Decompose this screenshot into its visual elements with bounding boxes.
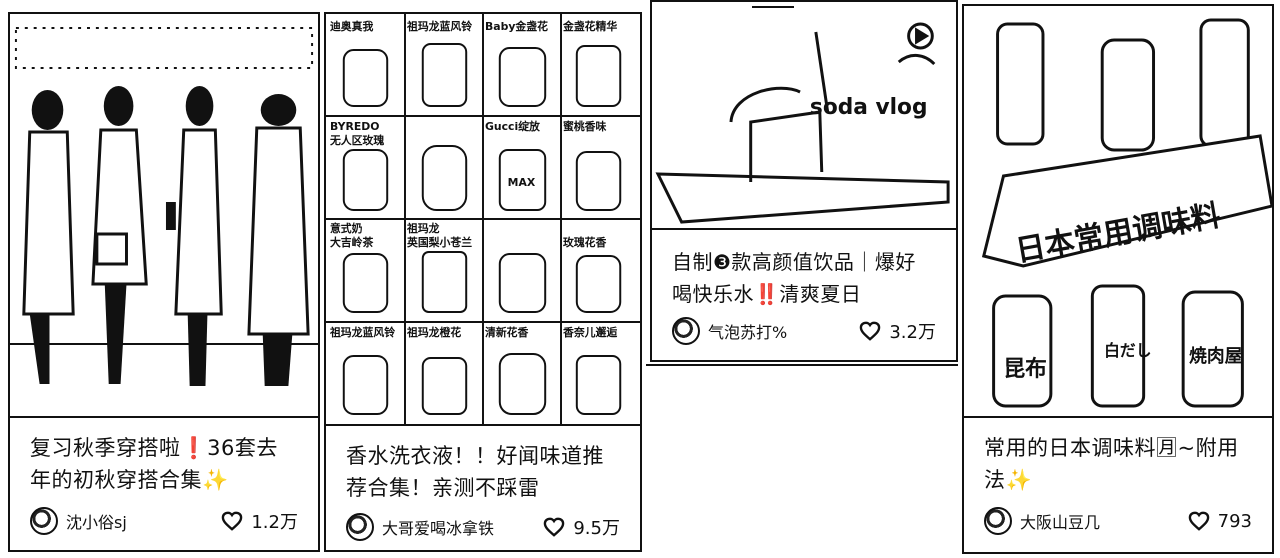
author-avatar[interactable] <box>346 513 374 541</box>
cover-label: 意式奶 <box>330 221 363 235</box>
heart-icon <box>860 321 881 341</box>
column-divider <box>752 6 794 8</box>
like-button[interactable]: 793 <box>1188 511 1252 532</box>
author-name[interactable]: 大哥爱喝冰拿铁 <box>382 515 543 539</box>
cover-label: Baby金盏花 <box>485 19 548 33</box>
note-card[interactable]: 迪奥真我 祖玛龙蓝风铃 Baby金盏花 金盏花精华 BYREDO 无人区玫瑰 G… <box>324 12 642 552</box>
like-button[interactable]: 3.2万 <box>859 318 936 344</box>
heart-icon <box>544 517 565 537</box>
cover-label: 无人区玫瑰 <box>329 133 384 147</box>
note-card[interactable]: 复习秋季穿搭啦❗36套去年的初秋穿搭合集✨ 沈小俗sj 1.2万 <box>8 12 320 552</box>
note-card[interactable]: 日本常用调味料 昆布 白だし 焼肉屋 常用的日本调味料🈷~附用法✨ 大阪山豆几 … <box>962 4 1274 554</box>
author-name[interactable]: 气泡苏打% <box>708 319 859 343</box>
cover-label: 蜜桃香味 <box>563 119 606 133</box>
like-button[interactable]: 9.5万 <box>543 514 620 540</box>
column-divider <box>646 364 958 366</box>
heart-icon <box>222 511 243 531</box>
drink-vlog-icon: soda vlog <box>652 2 956 228</box>
author-name[interactable]: 大阪山豆几 <box>1020 509 1188 533</box>
cover-label: 祖玛龙蓝风铃 <box>406 19 472 33</box>
detergent-grid-icon: 迪奥真我 祖玛龙蓝风铃 Baby金盏花 金盏花精华 BYREDO 无人区玫瑰 G… <box>326 14 640 424</box>
author-avatar[interactable] <box>984 507 1012 535</box>
note-title[interactable]: 自制❸款高颜值饮品｜爆好喝快乐水‼️清爽夏日 <box>672 246 934 310</box>
fashion-photo-icon <box>10 14 318 416</box>
like-count: 1.2万 <box>251 512 298 533</box>
cover-label: 香奈儿邂逅 <box>562 325 617 339</box>
cover-label: 祖玛龙 <box>406 221 440 235</box>
like-button[interactable]: 1.2万 <box>221 508 298 534</box>
cover-label: BYREDO <box>330 120 380 133</box>
author-avatar[interactable] <box>30 507 58 535</box>
cover-label: MAX <box>508 176 536 189</box>
note-title[interactable]: 复习秋季穿搭啦❗36套去年的初秋穿搭合集✨ <box>30 432 296 496</box>
note-card[interactable]: soda vlog 自制❸款高颜值饮品｜爆好喝快乐水‼️清爽夏日 气泡苏打% 3… <box>650 0 958 362</box>
author-name[interactable]: 沈小俗sj <box>66 509 221 533</box>
cover-label: 英国梨小苍兰 <box>406 235 472 249</box>
cover-label: 祖玛龙蓝风铃 <box>329 325 395 339</box>
author-avatar[interactable] <box>672 317 700 345</box>
like-count: 9.5万 <box>573 518 620 539</box>
note-cover-image[interactable] <box>10 14 318 418</box>
cover-label: 玫瑰花香 <box>563 235 606 249</box>
cover-label: 迪奥真我 <box>330 19 373 33</box>
note-cover-image[interactable]: 日本常用调味料 昆布 白だし 焼肉屋 <box>964 6 1272 418</box>
cover-label: 白だし <box>1104 341 1151 360</box>
cover-label: 大吉岭茶 <box>330 235 374 249</box>
note-cover-image[interactable]: soda vlog <box>652 2 956 230</box>
seasoning-bottles-icon: 日本常用调味料 昆布 白だし 焼肉屋 <box>964 6 1272 416</box>
cover-label: Gucci绽放 <box>485 119 540 133</box>
heart-icon <box>1188 511 1209 531</box>
like-count: 3.2万 <box>889 322 936 343</box>
note-title[interactable]: 常用的日本调味料🈷~附用法✨ <box>984 432 1250 496</box>
cover-label: 金盏花精华 <box>562 19 617 33</box>
cover-label: 焼肉屋 <box>1189 345 1242 367</box>
note-cover-image[interactable]: 迪奥真我 祖玛龙蓝风铃 Baby金盏花 金盏花精华 BYREDO 无人区玫瑰 G… <box>326 14 640 426</box>
like-count: 793 <box>1217 510 1252 532</box>
note-title[interactable]: 香水洗衣液！！好闻味道推荐合集！亲测不踩雷 <box>346 440 618 504</box>
cover-label: 昆布 <box>1003 356 1046 382</box>
cover-text: soda vlog <box>810 95 928 120</box>
cover-label: 祖玛龙橙花 <box>406 325 461 339</box>
cover-label: 清新花香 <box>485 325 528 339</box>
